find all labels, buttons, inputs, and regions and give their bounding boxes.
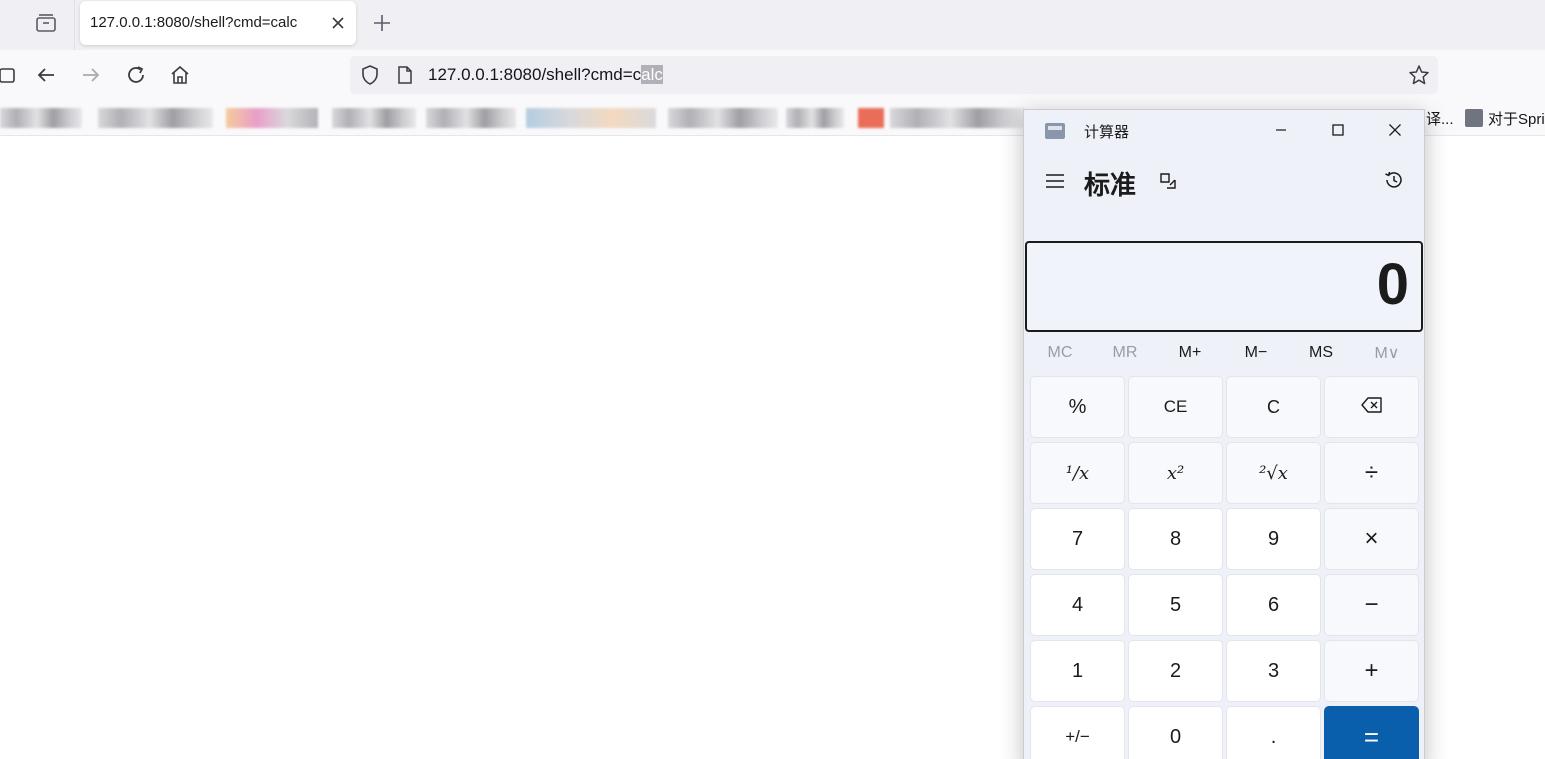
memory-recall-button[interactable]: MR [1095,338,1155,368]
bookmark-item[interactable] [858,108,884,128]
url-selected-text: alc [641,65,663,84]
tab-list-icon[interactable] [30,9,62,37]
tab-divider [74,0,75,50]
calculator-mode-title: 标准 [1084,170,1137,200]
backspace-icon [1360,396,1383,419]
decimal-button[interactable]: . [1226,706,1321,759]
bookmark-favicon-icon [1465,109,1483,127]
digit-7-button[interactable]: 7 [1030,508,1125,570]
calculator-display[interactable]: 0 [1025,241,1423,332]
window-title: 计算器 [1084,124,1130,141]
clear-entry-button[interactable]: CE [1128,376,1223,438]
digit-9-button[interactable]: 9 [1226,508,1321,570]
digit-5-button[interactable]: 5 [1128,574,1223,636]
bookmark-star-icon[interactable] [1408,64,1430,91]
calculator-window: 计算器 标准 0 MC MR M+ M− MS M∨ % CE C ¹/x x²… [1023,109,1425,759]
keep-on-top-icon[interactable] [1154,167,1182,195]
memory-subtract-button[interactable]: M− [1226,338,1286,368]
forward-icon[interactable] [78,62,104,88]
calculator-app-icon [1044,122,1066,140]
calculator-header: 标准 [1024,158,1424,204]
maximize-icon[interactable] [1318,114,1358,146]
divide-button[interactable]: ÷ [1324,442,1419,504]
bookmark-item[interactable] [786,108,844,128]
percent-button[interactable]: % [1030,376,1125,438]
memory-clear-button[interactable]: MC [1030,338,1090,368]
memory-store-button[interactable]: MS [1291,338,1351,368]
display-value: 0 [1376,252,1409,317]
browser-tab-bar: 127.0.0.1:8080/shell?cmd=calc [0,0,1545,50]
calculator-title-bar[interactable]: 计算器 [1024,110,1424,150]
url-text[interactable]: 127.0.0.1:8080/shell?cmd=calc [428,65,663,85]
url-unselected-text: 127.0.0.1:8080/shell?cmd=c [428,65,642,84]
digit-0-button[interactable]: 0 [1128,706,1223,759]
page-info-icon[interactable] [396,65,414,90]
plus-button[interactable]: + [1324,640,1419,702]
back-icon[interactable] [33,62,59,88]
browser-nav-bar: 127.0.0.1:8080/shell?cmd=calc [0,50,1545,100]
negate-button[interactable]: +/− [1030,706,1125,759]
close-tab-icon[interactable] [328,13,348,33]
digit-6-button[interactable]: 6 [1226,574,1321,636]
minus-button[interactable]: − [1324,574,1419,636]
equals-button[interactable]: = [1324,706,1419,759]
bookmark-item-label[interactable]: 译... [1426,108,1454,129]
tracking-shield-icon[interactable] [360,64,380,91]
bookmark-item[interactable] [890,108,1025,128]
memory-row: MC MR M+ M− MS M∨ [1024,338,1424,368]
close-icon[interactable] [1375,114,1415,146]
digit-1-button[interactable]: 1 [1030,640,1125,702]
sidebar-icon[interactable] [0,62,20,88]
bookmark-item[interactable] [526,108,656,128]
bookmark-item[interactable] [426,108,516,128]
clear-button[interactable]: C [1226,376,1321,438]
bookmark-item[interactable] [226,108,318,128]
digit-2-button[interactable]: 2 [1128,640,1223,702]
bookmark-item[interactable] [0,108,82,128]
bookmark-item[interactable] [332,108,416,128]
bookmark-item[interactable] [668,108,778,128]
reciprocal-button[interactable]: ¹/x [1030,442,1125,504]
active-tab[interactable]: 127.0.0.1:8080/shell?cmd=calc [80,1,356,45]
history-icon[interactable] [1379,165,1409,195]
backspace-button[interactable] [1324,376,1419,438]
url-bar[interactable]: 127.0.0.1:8080/shell?cmd=calc [350,56,1438,94]
digit-3-button[interactable]: 3 [1226,640,1321,702]
memory-list-button[interactable]: M∨ [1357,338,1417,368]
bookmark-item-label[interactable]: 对于Spri [1488,108,1545,129]
reload-icon[interactable] [123,62,149,88]
home-icon[interactable] [167,62,193,88]
memory-add-button[interactable]: M+ [1160,338,1220,368]
square-button[interactable]: x² [1128,442,1223,504]
minimize-icon[interactable] [1261,114,1301,146]
new-tab-button[interactable] [370,11,394,35]
multiply-button[interactable]: × [1324,508,1419,570]
digit-4-button[interactable]: 4 [1030,574,1125,636]
bookmark-item[interactable] [98,108,213,128]
menu-hamburger-icon[interactable] [1040,166,1070,196]
square-root-button[interactable]: ²√x [1226,442,1321,504]
tab-title: 127.0.0.1:8080/shell?cmd=calc [90,14,298,31]
digit-8-button[interactable]: 8 [1128,508,1223,570]
